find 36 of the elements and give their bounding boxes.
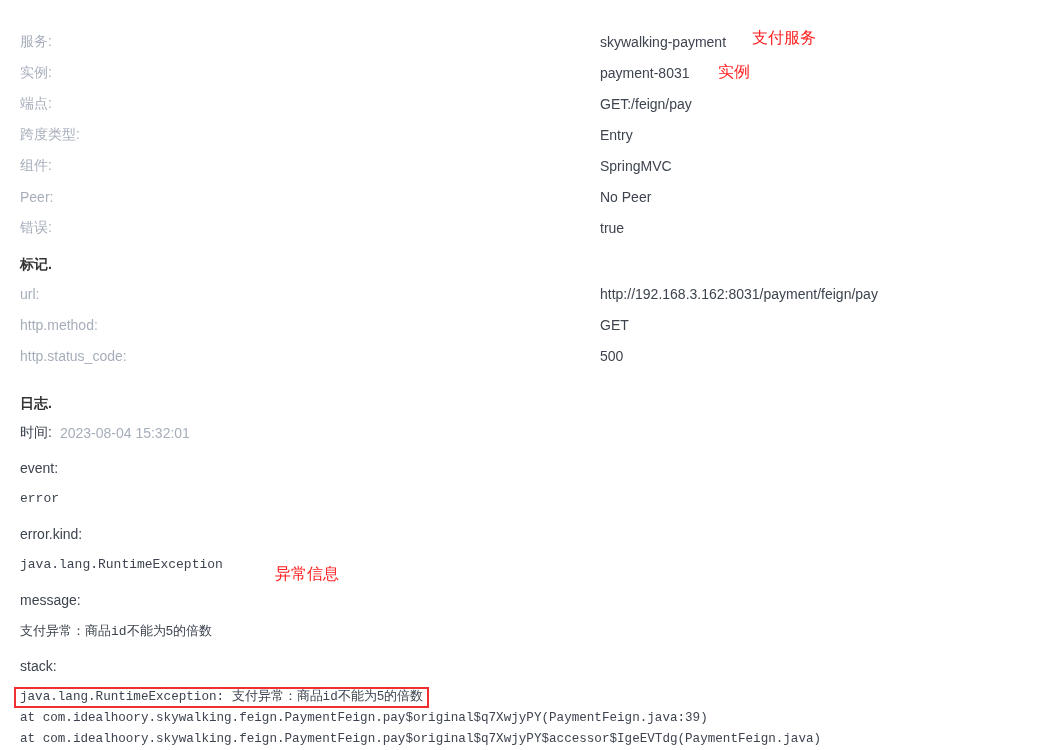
tag-key: http.method: [20,316,600,333]
log-key: message: [20,584,1037,615]
stack-line: at com.idealhoory.skywalking.feign.PaymentFeign.pay$original$q7XwjyPY(PaymentFeign.java:39) [19,710,709,727]
field-label: 跨度类型: [20,125,81,144]
field-value: GET:/feign/pay [600,95,692,112]
field-label: 端点: [20,94,53,113]
log-value: error [20,491,59,506]
tag-value: GET [600,316,629,333]
field-value: SpringMVC [600,157,672,174]
field-value: No Peer [600,188,652,205]
log-key: error.kind: [20,518,1037,549]
field-label: 错误: [20,218,53,237]
field-label: Peer: [20,188,55,205]
section-title: 标记. [20,255,53,274]
field-label: 实例: [20,63,53,82]
field-value: skywalking-payment [600,33,727,50]
log-value: java.lang.RuntimeException [20,557,223,572]
log-value: 支付异常：商品id不能为5的倍数 [20,622,213,640]
field-label: 服务: [20,32,53,51]
annotation-text: 实例 [717,62,750,83]
log-key: stack: [20,650,1037,681]
tag-value: http://192.168.3.162:8031/payment/feign/pay [600,285,878,302]
tag-key: url: [20,285,600,302]
stack-line: at com.idealhoory.skywalking.feign.PaymentFeign.pay$original$q7XwjyPY$accessor$IgeEVTdg(PaymentFeign.java) [19,731,823,748]
log-key: event: [20,452,1037,483]
field-value: payment-8031 [600,64,690,81]
field-value: Entry [600,126,633,143]
tag-key: http.status_code: [20,347,600,364]
tag-value: 500 [600,347,624,364]
annotation-text: 支付服务 [752,28,817,49]
time-label: 时间: [20,423,52,442]
log-time: 2023-08-04 15:32:01 [59,424,190,441]
section-title: 日志. [20,394,53,413]
annotation-text: 异常信息 [274,564,339,585]
field-value: true [600,219,625,236]
field-label: 组件: [20,156,53,175]
